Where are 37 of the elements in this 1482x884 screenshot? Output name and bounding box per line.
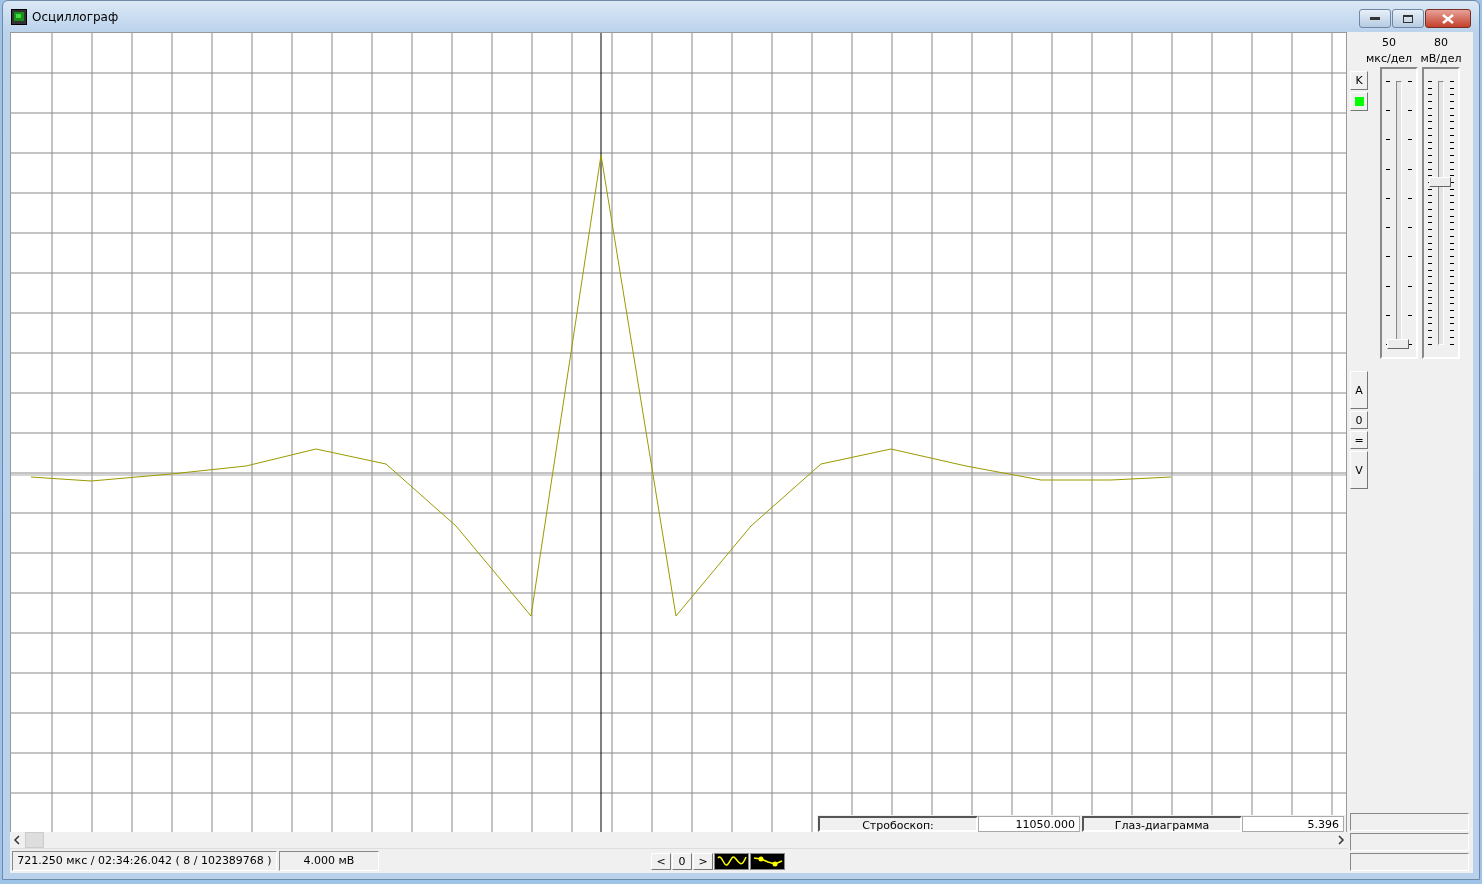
side-button[interactable]: V — [1350, 451, 1368, 489]
strobe-value: 11050.000 — [978, 816, 1080, 832]
slider-thumb[interactable] — [1387, 339, 1409, 349]
points-mode-button[interactable] — [750, 852, 785, 870]
horizontal-scrollbar[interactable] — [10, 832, 1348, 849]
mode-label: Глаз-диаграмма — [1082, 816, 1242, 832]
scroll-left-icon[interactable] — [13, 835, 21, 845]
vertical-slider[interactable] — [1380, 67, 1418, 359]
scale-value: 50 — [1382, 35, 1396, 51]
indicator-button[interactable] — [1350, 92, 1368, 111]
maximize-icon — [1403, 14, 1413, 23]
scroll-right-icon[interactable] — [1337, 835, 1345, 845]
minimize-icon — [1370, 16, 1380, 21]
strobe-label: Стробоскоп: — [818, 816, 978, 832]
window-title: Осциллограф — [32, 9, 119, 24]
amplitude-readout: 4.000 мВ — [279, 851, 379, 871]
side-button[interactable]: 0 — [1350, 411, 1368, 429]
side-button[interactable]: A — [1350, 371, 1368, 409]
next-button[interactable]: > — [693, 852, 713, 870]
counter-field: 0 — [672, 852, 692, 870]
scrollbar-thumb[interactable] — [25, 832, 44, 848]
slider-thumb[interactable] — [1429, 176, 1451, 187]
maximize-button[interactable] — [1392, 9, 1424, 28]
waveform-mode-button[interactable] — [714, 852, 749, 870]
close-icon — [1442, 13, 1454, 24]
monitor-icon — [11, 8, 27, 25]
scale-value: 80 — [1434, 35, 1448, 51]
scale-unit: мВ/дел — [1420, 51, 1462, 67]
scale-unit: мкс/дел — [1365, 51, 1413, 67]
mode-value: 5.396 — [1242, 816, 1344, 832]
previous-button[interactable]: < — [651, 852, 671, 870]
minimize-button[interactable] — [1359, 9, 1391, 28]
k-button[interactable]: K — [1350, 71, 1368, 90]
position-readout: 721.250 мкс / 02:34:26.042 ( 8 / 102389768 ) — [12, 851, 277, 871]
side-button[interactable]: = — [1350, 431, 1368, 449]
vertical-slider[interactable] — [1422, 67, 1460, 359]
close-button[interactable] — [1425, 9, 1471, 28]
